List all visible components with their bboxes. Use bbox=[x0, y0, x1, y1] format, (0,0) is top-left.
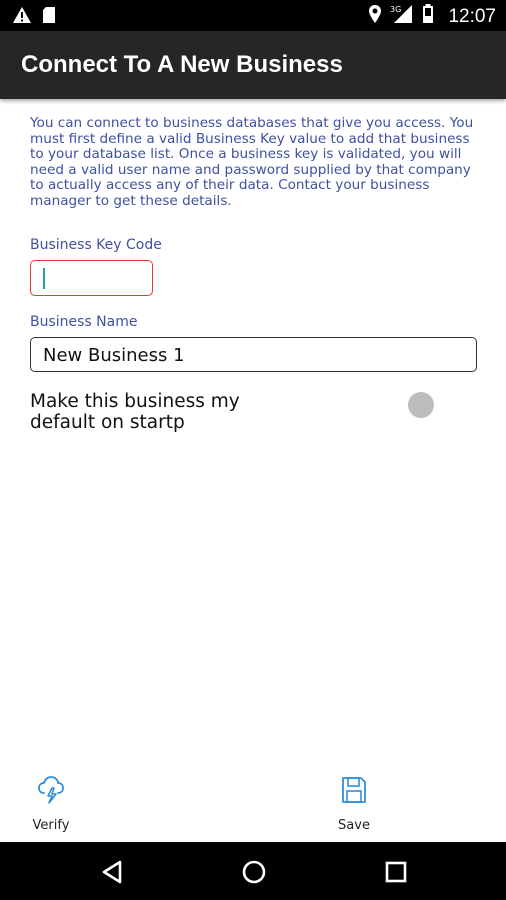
signal-icon: 3G bbox=[390, 4, 414, 29]
save-label: Save bbox=[338, 818, 370, 833]
home-icon[interactable] bbox=[240, 858, 268, 886]
svg-text:3G: 3G bbox=[390, 5, 401, 14]
status-bar: 3G 12:07 bbox=[0, 0, 506, 31]
business-name-input[interactable]: New Business 1 bbox=[30, 337, 477, 372]
recent-apps-icon[interactable] bbox=[382, 858, 410, 886]
default-toggle-label: Make this business my default on startp bbox=[30, 391, 240, 433]
bottom-actions: Verify Save bbox=[0, 775, 506, 841]
cloud-lightning-icon bbox=[37, 776, 65, 809]
business-name-label: Business Name bbox=[30, 314, 138, 330]
verify-button[interactable]: Verify bbox=[11, 775, 91, 833]
back-icon[interactable] bbox=[98, 858, 126, 886]
default-toggle[interactable] bbox=[408, 392, 434, 418]
battery-icon bbox=[422, 4, 434, 29]
navigation-bar bbox=[0, 842, 506, 900]
intro-text: You can connect to business databases th… bbox=[30, 115, 474, 209]
content: You can connect to business databases th… bbox=[30, 115, 478, 210]
app-bar: Connect To A New Business bbox=[0, 31, 506, 99]
business-key-label: Business Key Code bbox=[30, 237, 162, 253]
location-icon bbox=[368, 4, 382, 29]
text-cursor bbox=[43, 268, 45, 289]
warning-icon bbox=[12, 6, 32, 29]
save-icon bbox=[340, 777, 368, 809]
page-title: Connect To A New Business bbox=[21, 51, 343, 78]
verify-label: Verify bbox=[32, 818, 70, 833]
sd-card-icon bbox=[42, 6, 56, 29]
save-button[interactable]: Save bbox=[314, 775, 394, 833]
status-time: 12:07 bbox=[448, 5, 496, 27]
business-key-input[interactable] bbox=[30, 260, 153, 296]
